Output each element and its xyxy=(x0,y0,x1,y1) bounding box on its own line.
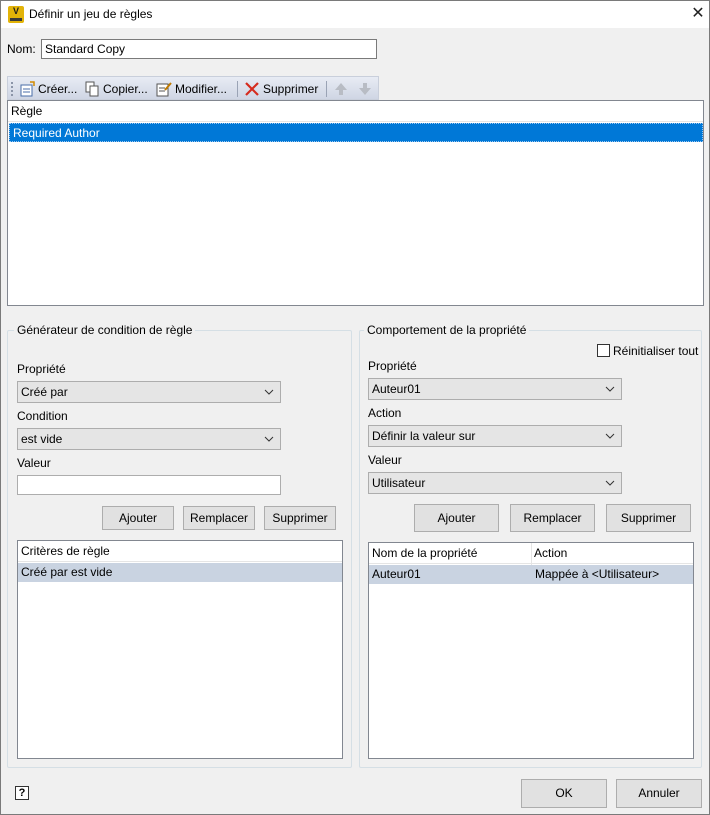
condition-select[interactable]: est vide xyxy=(17,428,281,450)
move-down-icon xyxy=(359,83,371,95)
rules-toolbar: Créer... Copier... Modifier... Supprimer xyxy=(7,76,379,100)
behavior-property-select[interactable]: Auteur01 xyxy=(368,378,622,400)
criteria-list-header[interactable]: Critères de règle xyxy=(18,541,342,562)
help-icon[interactable]: ? xyxy=(15,786,29,800)
chevron-down-icon xyxy=(605,386,615,392)
property-behavior-title: Comportement de la propriété xyxy=(364,323,530,337)
toolbar-separator xyxy=(326,81,327,97)
create-button[interactable]: Créer... xyxy=(19,80,77,98)
app-icon-letter: V xyxy=(12,6,19,16)
behavior-replace-button[interactable]: Remplacer xyxy=(510,504,595,532)
condition-replace-button[interactable]: Remplacer xyxy=(183,506,255,530)
behavior-action-value: Définir la valeur sur xyxy=(372,429,476,443)
copy-label: Copier... xyxy=(103,82,148,96)
condition-property-select[interactable]: Créé par xyxy=(17,381,281,403)
reset-all-label[interactable]: Réinitialiser tout xyxy=(613,344,698,358)
create-label: Créer... xyxy=(38,82,78,96)
move-up-button[interactable] xyxy=(333,80,352,98)
toolbar-separator xyxy=(237,81,238,97)
condition-property-label: Propriété xyxy=(17,362,66,376)
ok-button[interactable]: OK xyxy=(521,779,607,808)
toolbar-grip[interactable] xyxy=(11,82,13,96)
behavior-delete-button[interactable]: Supprimer xyxy=(606,504,691,532)
column-header-property-name[interactable]: Nom de la propriété xyxy=(369,543,531,564)
property-mapping-table[interactable]: Nom de la propriété Action Auteur01 Mapp… xyxy=(368,542,694,759)
criteria-list[interactable]: Critères de règle Créé par est vide xyxy=(17,540,343,759)
condition-value: est vide xyxy=(21,432,63,446)
vault-app-icon: V xyxy=(8,6,24,23)
behavior-value-value: Utilisateur xyxy=(372,476,426,490)
condition-builder-title: Générateur de condition de règle xyxy=(14,323,196,337)
condition-property-value: Créé par xyxy=(21,385,68,399)
move-up-icon xyxy=(335,83,347,95)
reset-all-checkbox[interactable] xyxy=(597,344,610,357)
chevron-down-icon xyxy=(264,389,274,395)
chevron-down-icon xyxy=(264,436,274,442)
condition-delete-button[interactable]: Supprimer xyxy=(264,506,336,530)
copy-button[interactable]: Copier... xyxy=(84,80,148,98)
chevron-down-icon xyxy=(605,480,615,486)
behavior-action-select[interactable]: Définir la valeur sur xyxy=(368,425,622,447)
chevron-down-icon xyxy=(605,433,615,439)
delete-x-icon xyxy=(245,82,259,96)
window-title: Définir un jeu de règles xyxy=(29,7,153,21)
create-rule-icon xyxy=(20,81,35,97)
rules-list[interactable]: Règle Required Author xyxy=(7,100,704,306)
behavior-action-label: Action xyxy=(368,406,402,420)
name-label: Nom: xyxy=(7,42,36,56)
modify-icon xyxy=(156,82,172,97)
cancel-button[interactable]: Annuler xyxy=(616,779,702,808)
column-header-action[interactable]: Action xyxy=(531,543,693,564)
condition-label: Condition xyxy=(17,409,68,423)
table-cell-action: Mappée à <Utilisateur> xyxy=(535,567,660,581)
behavior-value-label: Valeur xyxy=(368,453,402,467)
close-icon[interactable]: ✕ xyxy=(687,4,709,24)
behavior-value-select[interactable]: Utilisateur xyxy=(368,472,622,494)
condition-add-button[interactable]: Ajouter xyxy=(102,506,174,530)
delete-label: Supprimer xyxy=(263,82,319,96)
behavior-add-button[interactable]: Ajouter xyxy=(414,504,499,532)
behavior-property-label: Propriété xyxy=(368,359,417,373)
title-bar: V Définir un jeu de règles ✕ xyxy=(1,1,709,28)
copy-icon xyxy=(85,81,99,97)
modify-label: Modifier... xyxy=(175,82,228,96)
move-down-button[interactable] xyxy=(357,80,376,98)
name-input[interactable]: Standard Copy xyxy=(41,39,377,59)
behavior-property-value: Auteur01 xyxy=(372,382,421,396)
rules-list-row[interactable]: Required Author xyxy=(9,123,703,142)
criteria-list-row[interactable]: Créé par est vide xyxy=(18,563,342,582)
condition-value-label: Valeur xyxy=(17,456,51,470)
modify-button[interactable]: Modifier... xyxy=(156,80,227,98)
table-cell-property: Auteur01 xyxy=(372,567,421,581)
delete-button[interactable]: Supprimer xyxy=(244,80,318,98)
condition-value-input[interactable] xyxy=(17,475,281,495)
rules-list-header[interactable]: Règle xyxy=(8,101,703,122)
